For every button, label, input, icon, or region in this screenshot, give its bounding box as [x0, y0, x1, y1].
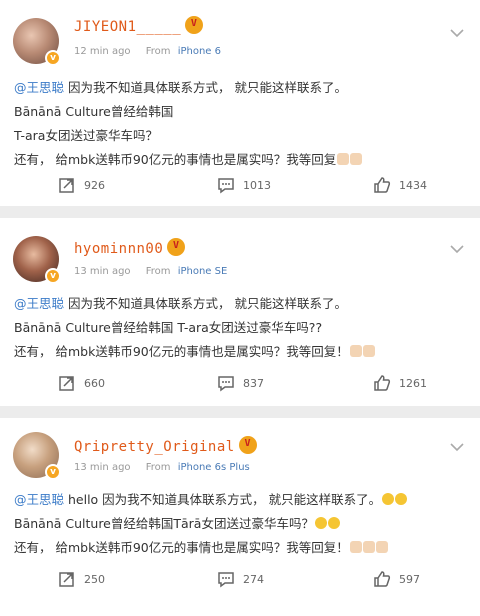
pray-emoji-icon: [362, 345, 375, 357]
action-bar: 926 1013 1434: [0, 176, 480, 196]
vip-crown-icon: [185, 16, 204, 34]
post-line: 还有， 给mbk送韩币90亿元的事情也是属实吗？我等回复: [14, 152, 337, 167]
weibo-post: v JIYEON1_____ 12 min ago From iPhone 6 …: [0, 0, 480, 206]
verified-badge-icon: v: [45, 50, 61, 66]
device-name: iPhone SE: [177, 266, 228, 277]
verified-badge-icon: v: [45, 464, 61, 480]
post-line: Bānānā Culture曾经给韩国: [14, 104, 174, 119]
share-button[interactable]: 250: [58, 570, 105, 588]
pray-emoji-icon: [349, 541, 362, 553]
pray-emoji-icon: [375, 541, 388, 553]
share-count: 926: [84, 178, 105, 192]
username-text[interactable]: Qripretty_Original: [74, 439, 235, 455]
post-text: @王思聪 因为我不知道具体联系方式， 就只能这样联系了。 Bānānā Cult…: [14, 292, 466, 364]
comment-button[interactable]: 274: [217, 570, 264, 588]
pray-emoji-icon: [337, 153, 350, 165]
username[interactable]: JIYEON1_____: [74, 16, 204, 35]
post-text: @王思聪 因为我不知道具体联系方式， 就只能这样联系了。 Bānānā Cult…: [14, 76, 466, 172]
pray-emoji-icon: [349, 345, 362, 357]
post-meta: 13 min ago From iPhone 6s Plus: [74, 462, 250, 473]
like-button[interactable]: 1261: [373, 374, 427, 392]
post-line: hello 因为我不知道具体联系方式， 就只能这样联系了。: [64, 492, 382, 507]
comment-count: 274: [243, 572, 264, 586]
share-count: 660: [84, 376, 105, 390]
from-label: From: [145, 266, 171, 277]
share-icon: [59, 572, 74, 587]
post-meta: 12 min ago From iPhone 6: [74, 46, 221, 57]
vip-crown-icon: [238, 436, 257, 454]
comment-icon: [218, 376, 234, 392]
post-meta: 13 min ago From iPhone SE: [74, 266, 227, 277]
comment-button[interactable]: 1013: [217, 176, 271, 194]
device-name: iPhone 6s Plus: [177, 462, 250, 473]
username[interactable]: Qripretty_Original: [74, 436, 257, 455]
comment-button[interactable]: 837: [217, 374, 264, 392]
post-time: 13 min ago: [74, 462, 131, 473]
post-line: Bānānā Culture曾经给韩国Tārā女团送过豪华车吗？: [14, 516, 314, 531]
username-text[interactable]: hyominnn00: [74, 241, 163, 257]
like-count: 1434: [399, 178, 427, 192]
share-icon: [59, 178, 74, 193]
face-emoji-icon: [395, 493, 408, 505]
action-bar: 660 837 1261: [0, 374, 480, 394]
comment-count: 1013: [243, 178, 271, 192]
comment-icon: [218, 572, 234, 588]
like-count: 597: [399, 572, 420, 586]
chevron-down-icon[interactable]: [448, 438, 466, 456]
weibo-post: v hyominnn00 13 min ago From iPhone SE @…: [0, 218, 480, 406]
post-line: 因为我不知道具体联系方式， 就只能这样联系了。: [64, 296, 347, 311]
post-time: 13 min ago: [74, 266, 131, 277]
post-line: 还有， 给mbk送韩币90亿元的事情也是属实吗？我等回复！: [14, 540, 349, 555]
like-icon: [374, 375, 391, 391]
pray-emoji-icon: [350, 153, 363, 165]
pray-emoji-icon: [362, 541, 375, 553]
from-label: From: [145, 462, 171, 473]
post-line: T-ara女团送过豪华车吗？: [14, 128, 158, 143]
mention-link[interactable]: @王思聪: [14, 492, 64, 507]
device-name: iPhone 6: [177, 46, 221, 57]
share-count: 250: [84, 572, 105, 586]
verified-badge-icon: v: [45, 268, 61, 284]
like-icon: [374, 177, 391, 193]
face-emoji-icon: [327, 517, 340, 529]
face-emoji-icon: [382, 493, 395, 505]
username[interactable]: hyominnn00: [74, 238, 186, 257]
like-icon: [374, 571, 391, 587]
comment-icon: [218, 178, 234, 194]
mention-link[interactable]: @王思聪: [14, 80, 64, 95]
share-button[interactable]: 660: [58, 374, 105, 392]
post-separator: [0, 406, 480, 418]
action-bar: 250 274 597: [0, 570, 480, 590]
avatar[interactable]: v: [13, 18, 61, 66]
post-line: Bānānā Culture曾经给韩国 T-ara女团送过豪华车吗??: [14, 320, 323, 335]
like-count: 1261: [399, 376, 427, 390]
mention-link[interactable]: @王思聪: [14, 296, 64, 311]
like-button[interactable]: 1434: [373, 176, 427, 194]
post-line: 因为我不知道具体联系方式， 就只能这样联系了。: [64, 80, 347, 95]
like-button[interactable]: 597: [373, 570, 420, 588]
vip-crown-icon: [167, 238, 186, 256]
post-separator: [0, 206, 480, 218]
chevron-down-icon[interactable]: [448, 24, 466, 42]
post-text: @王思聪 hello 因为我不知道具体联系方式， 就只能这样联系了。 Bānān…: [14, 488, 466, 560]
avatar[interactable]: v: [13, 236, 61, 284]
post-time: 12 min ago: [74, 46, 131, 57]
chevron-down-icon[interactable]: [448, 240, 466, 258]
share-icon: [59, 376, 74, 391]
face-emoji-icon: [314, 517, 327, 529]
share-button[interactable]: 926: [58, 176, 105, 194]
comment-count: 837: [243, 376, 264, 390]
avatar[interactable]: v: [13, 432, 61, 480]
post-line: 还有， 给mbk送韩币90亿元的事情也是属实吗？我等回复！: [14, 344, 349, 359]
weibo-post: v Qripretty_Original 13 min ago From iPh…: [0, 418, 480, 616]
from-label: From: [145, 46, 171, 57]
username-text[interactable]: JIYEON1_____: [74, 19, 181, 35]
